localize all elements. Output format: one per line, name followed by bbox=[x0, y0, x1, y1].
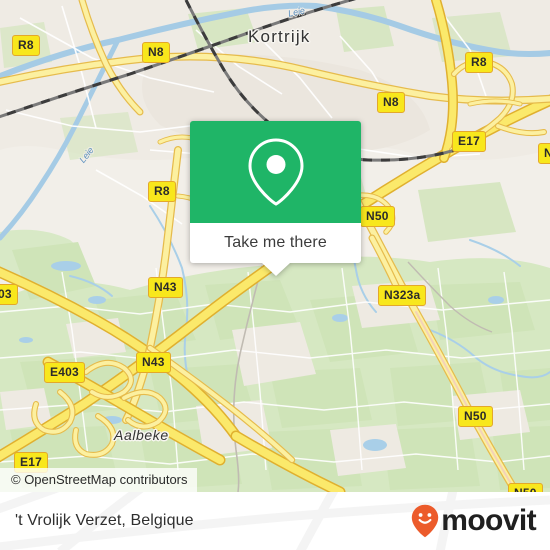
location-title: 't Vrolijk Verzet, Belgique bbox=[15, 512, 194, 529]
road-shield-n50-corner: N50 bbox=[508, 483, 543, 492]
road-shield-r8-center: R8 bbox=[148, 181, 176, 202]
callout-label: Take me there bbox=[224, 234, 327, 251]
road-shield-n8-east: N8 bbox=[377, 92, 405, 113]
road-shield-r8-north: R8 bbox=[465, 52, 493, 73]
road-shield-r8-west: R8 bbox=[12, 35, 40, 56]
moovit-smiley-pin-icon bbox=[412, 504, 439, 538]
road-shield-n323a: N323a bbox=[378, 285, 427, 306]
moovit-wordmark: moovit bbox=[441, 504, 536, 537]
footer-bar: 't Vrolijk Verzet, Belgique moovit bbox=[0, 492, 550, 550]
moovit-location-card: Kortrijk Aalbeke Leie Leie R8 N8 N8 R8 E… bbox=[0, 0, 550, 550]
callout-action-bar[interactable]: Take me there bbox=[190, 223, 361, 276]
callout-icon-panel bbox=[190, 121, 361, 223]
road-shield-e403: E403 bbox=[44, 362, 85, 383]
road-shield-n-clipped: N bbox=[538, 143, 550, 164]
road-shield-n43-south: N43 bbox=[136, 352, 171, 373]
road-shield-n50-north: N50 bbox=[360, 206, 395, 227]
take-me-there-callout[interactable]: Take me there bbox=[190, 121, 361, 276]
footer-content: 't Vrolijk Verzet, Belgique moovit bbox=[0, 492, 550, 550]
road-shield-n43-north: N43 bbox=[148, 277, 183, 298]
osm-attribution[interactable]: © OpenStreetMap contributors bbox=[0, 467, 197, 492]
map-pin-icon bbox=[247, 138, 304, 206]
callout-pointer bbox=[261, 263, 290, 276]
road-shield-n8-west: N8 bbox=[142, 42, 170, 63]
moovit-brand[interactable]: moovit bbox=[411, 504, 537, 538]
road-shield-e17-north: E17 bbox=[452, 131, 486, 152]
road-shield-n50-south: N50 bbox=[458, 406, 493, 427]
road-shield-e403-clipped: 03 bbox=[0, 284, 18, 305]
